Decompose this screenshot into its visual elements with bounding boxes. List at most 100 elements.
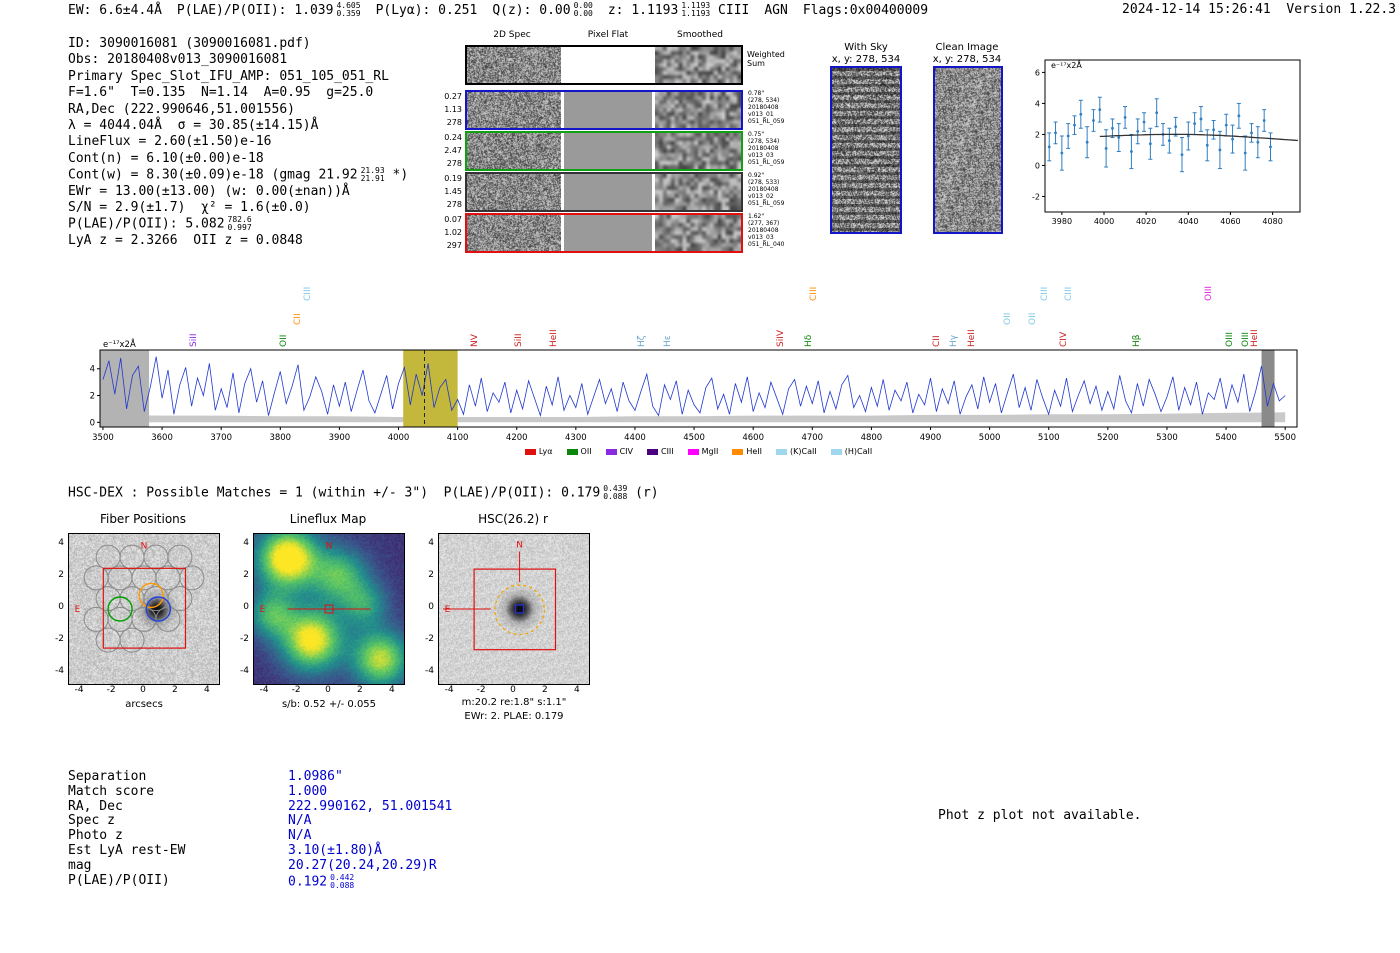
legend-swatch bbox=[687, 448, 699, 455]
text-run: P(LAE)/P(OII): 1.039 bbox=[176, 2, 334, 18]
legend-swatch bbox=[646, 448, 658, 455]
spec2d-row bbox=[465, 172, 743, 212]
stacked-fraction: 4.605 0.359 bbox=[336, 1, 361, 18]
legend-label: CIII bbox=[660, 447, 674, 456]
scale-value: 1.13 bbox=[444, 105, 462, 114]
text-run: F=1.6" T=0.135 N=1.14 A=0.95 g=25.0 bbox=[68, 85, 374, 101]
hsc-panel-title: HSC(26.2) r bbox=[478, 512, 548, 526]
axis-tick-label: -4 bbox=[259, 685, 269, 695]
annotation-line: 051_RL_059 bbox=[748, 200, 785, 207]
svg-text:4600: 4600 bbox=[742, 433, 764, 443]
header-metrics: EW: 6.6±4.4Å P(LAE)/P(OII): 1.039 4.605 0.3… bbox=[68, 2, 943, 18]
elixer-report-page: EW: 6.6±4.4Å P(LAE)/P(OII): 1.039 4.605 0.3… bbox=[0, 0, 1400, 953]
axis-tick-label: 4 bbox=[58, 538, 64, 549]
axis-tick-label: 0 bbox=[510, 685, 516, 695]
match-row-label: Spec z bbox=[68, 813, 115, 829]
info-line: F=1.6" T=0.135 N=1.14 A=0.95 g=25.0 bbox=[68, 85, 408, 101]
legend-swatch bbox=[776, 448, 788, 455]
header: EW: 6.6±4.4Å P(LAE)/P(OII): 1.039 4.605 0.3… bbox=[68, 2, 1396, 18]
axis-tick-label: -4 bbox=[55, 665, 64, 676]
row-scale-values: 0.07 1.02 297 bbox=[434, 213, 462, 253]
svg-text:0: 0 bbox=[90, 418, 95, 428]
annotation-line: 20180408 bbox=[748, 186, 779, 193]
svg-text:N: N bbox=[326, 541, 333, 551]
match-row-value: 1.0986" bbox=[288, 769, 343, 785]
match-table-row: Match score 1.000 bbox=[68, 784, 452, 800]
text-run: (r) bbox=[627, 485, 659, 501]
svg-text:4300: 4300 bbox=[565, 433, 587, 443]
report-version: Version 1.22.3 bbox=[1286, 2, 1396, 17]
scale-value: 0.27 bbox=[444, 92, 462, 101]
match-row-label: RA, Dec bbox=[68, 798, 123, 814]
info-line: S/N = 2.9(±1.7) χ² = 1.6(±0.0) bbox=[68, 200, 408, 216]
text-run: λ = 4044.04Å σ = 30.85(±14.15)Å bbox=[68, 117, 319, 133]
legend-item: Lyα bbox=[524, 447, 553, 456]
annotation-line: v013_03 bbox=[748, 152, 774, 159]
emission-line-label: CIII bbox=[303, 286, 313, 301]
catalog-match-table: Separation 1.0986" Match score 1.000 RA, Dec… bbox=[68, 769, 452, 889]
row-annotation: 1.62" (277, 367) 20180408 v013_03 051_RL_040 bbox=[748, 213, 784, 248]
match-row-value: 20.27(20.24,20.29)R bbox=[288, 858, 437, 874]
legend-item: (K)CaII bbox=[776, 447, 817, 456]
svg-text:4400: 4400 bbox=[624, 433, 646, 443]
text-run: 3.10(±1.80)Å bbox=[288, 842, 382, 858]
match-row-label: Est LyA rest-EW bbox=[68, 842, 186, 858]
svg-text:3700: 3700 bbox=[210, 433, 232, 443]
svg-text:4: 4 bbox=[90, 365, 95, 375]
axis-tick-label: 4 bbox=[573, 685, 580, 695]
svg-text:4200: 4200 bbox=[506, 433, 528, 443]
fiber-panel-title: Fiber Positions bbox=[99, 512, 187, 526]
header-metric: AGN bbox=[764, 3, 787, 18]
info-line: LyA z = 2.3266 OII z = 0.0848 bbox=[68, 233, 408, 249]
spectrum-legend: Lyα OII CIV CIII MgII HeII (K)CaII (H)CaII bbox=[100, 447, 1297, 456]
spec2d-row bbox=[465, 90, 743, 130]
row-annotation: 0.78" (278, 534) 20180408 v013_01 051_RL_059 bbox=[748, 90, 784, 125]
legend-swatch bbox=[605, 448, 617, 455]
axis-tick-label: 0 bbox=[325, 685, 331, 695]
svg-text:4040: 4040 bbox=[1178, 217, 1198, 226]
svg-text:4000: 4000 bbox=[1094, 217, 1114, 226]
annotation-line: 20180408 bbox=[748, 145, 779, 152]
scale-value: 0.07 bbox=[444, 215, 462, 224]
hsc-overlay-svg: NE bbox=[442, 541, 557, 651]
smoothed-noise bbox=[655, 174, 741, 210]
stacked-fraction: 1.1193 1.1193 bbox=[681, 1, 711, 18]
text-run: Obs: 20180408v013_3090016081 bbox=[68, 52, 288, 68]
svg-text:e⁻¹⁷x2Å: e⁻¹⁷x2Å bbox=[1051, 59, 1082, 70]
emission-line-label: OIII bbox=[1204, 285, 1214, 301]
column-title-smoothed: Smoothed bbox=[677, 30, 723, 40]
lineflux-overlay-svg: NE bbox=[260, 541, 371, 615]
clean-title: Clean Image bbox=[935, 42, 999, 53]
axis-tick-label: 4 bbox=[203, 685, 210, 695]
row-annotation: 0.92" (278, 533) 20180408 v013_02 051_RL_059 bbox=[748, 172, 784, 207]
text-run: Cont(n) = 6.10(±0.00)e-18 bbox=[68, 150, 264, 166]
svg-text:3500: 3500 bbox=[92, 433, 114, 443]
match-table-row: RA, Dec 222.990162, 51.001541 bbox=[68, 798, 452, 815]
spec2d-noise bbox=[467, 133, 561, 169]
match-row-label: mag bbox=[68, 857, 92, 873]
axis-tick-label: -2 bbox=[476, 685, 486, 695]
legend-label: Lyα bbox=[538, 447, 553, 456]
weighted-pixelflat-blank bbox=[563, 47, 653, 83]
axis-tick-label: 4 bbox=[243, 538, 249, 549]
svg-text:4000: 4000 bbox=[388, 433, 410, 443]
axis-tick-label: -2 bbox=[425, 633, 434, 644]
withsky-noise bbox=[832, 68, 900, 232]
emission-line-label: OII bbox=[1003, 312, 1013, 325]
svg-text:5000: 5000 bbox=[979, 433, 1001, 443]
emission-line-label: CIII bbox=[1064, 286, 1074, 301]
text-run: P(Lyα): 0.251 bbox=[375, 2, 478, 18]
axis-tick-label: 0 bbox=[428, 601, 434, 612]
fiber-positions-panel: NE bbox=[68, 533, 220, 685]
text-run: P(LAE)/P(OII): 5.082 bbox=[68, 216, 225, 232]
axis-tick-label: 0 bbox=[243, 601, 249, 612]
svg-text:2: 2 bbox=[1035, 130, 1040, 139]
text-run: CIII bbox=[710, 2, 750, 18]
text-run: ID: 3090016081 (3090016081.pdf) bbox=[68, 36, 311, 51]
annotation-line: 051_RL_040 bbox=[748, 241, 785, 248]
match-row-label: P(LAE)/P(OII) bbox=[68, 872, 170, 888]
match-row-value: 3.10(±1.80)Å bbox=[288, 842, 382, 859]
stacked-fraction: 782.6 0.997 bbox=[227, 215, 252, 233]
legend-label: (K)CaII bbox=[790, 447, 817, 456]
spec2d-noise bbox=[467, 215, 561, 251]
